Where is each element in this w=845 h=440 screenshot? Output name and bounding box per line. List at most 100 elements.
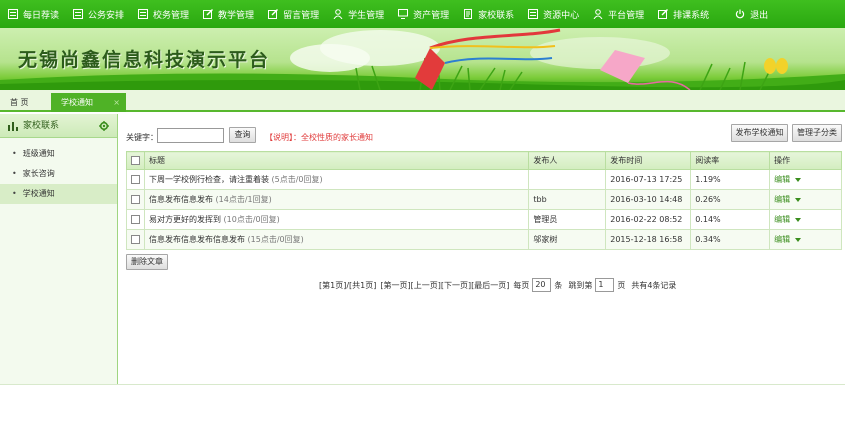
title-cell: 信息发布信息发布 (14点击/1回复) [143,189,530,210]
nav-item-label: 平台管理 [608,10,645,21]
jump-page-input[interactable]: 1 [595,278,615,292]
row-checkbox[interactable] [131,215,140,224]
table-row: 易对方更好的发挥到 (10点击/0回复) 管理员 2016-02-22 08:52 0… [126,209,842,230]
nav-item-label: 教学管理 [218,10,255,21]
nav-item[interactable]: 家校联系 [455,0,514,28]
operation-cell: 编辑 [769,189,842,210]
user-icon [333,9,343,19]
table-row: 信息发布信息发布 (14点击/1回复) tbb 2016-03-10 14:48 0.… [126,189,842,210]
sidebar: 家校联系 班级通知 家长咨询 学校通知 [0,114,118,384]
grid-icon [138,9,149,19]
delete-article-button[interactable]: 删除文章 [126,254,168,270]
select-cell [126,229,145,250]
column-header: 标题 [143,151,530,170]
caret-down-icon [795,177,802,182]
sidebar-item-school-notice[interactable]: 学校通知 [0,184,117,204]
caret-down-icon [795,237,802,242]
select-all-cell [126,151,145,170]
sidebar-item-parent-consult[interactable]: 家长咨询 [0,164,117,184]
nav-item-label: 家校联系 [478,10,515,21]
select-all-checkbox[interactable] [131,156,140,165]
notice-title-link[interactable]: 易对方更好的发挥到 [149,215,221,224]
nav-item[interactable]: 教学管理 [195,0,254,28]
pager-links[interactable]: [第一页][上一页][下一页][最后一页] [380,280,509,291]
nav-item[interactable]: 公务安排 [65,0,124,28]
nav-item-label: 学生管理 [348,10,385,21]
notice-title-link[interactable]: 下周一学校例行检查，请注重着装 [149,175,269,184]
nav-item-label: 资产管理 [413,10,450,21]
bar-chart-icon [8,121,18,131]
note-text: 【说明】：全校性质的家长通知 [265,133,373,142]
tab-school-notice[interactable]: 学校通知 × [51,93,126,112]
read-rate-cell: 0.34% [690,229,771,250]
manage-category-button[interactable]: 管理子分类 [792,124,842,142]
operation-cell: 编辑 [769,209,842,230]
nav-item-label: 每日荐读 [23,10,60,21]
nav-item[interactable]: 每日荐读 [0,0,59,28]
nav-item[interactable]: 资产管理 [390,0,449,28]
nav-item[interactable]: 平台管理 [585,0,644,28]
top-nav: 每日荐读 公务安排 校务管理 教学管理 留言管理 学生管理 资产管理 家校联系 资源中心 平台管理… [0,0,845,28]
table-row: 下周一学校例行检查，请注重着装 (5点击/0回复) 2016-07-13 17:2… [126,169,842,190]
nav-item-label: 资源中心 [543,10,580,21]
notice-meta: (5点击/0回复) [271,175,323,184]
per-page-unit: 条 [554,280,563,290]
power-icon [735,9,745,19]
time-cell: 2016-02-22 08:52 [605,209,692,230]
edit-dropdown[interactable]: 编辑 [774,195,802,204]
tab-close-icon[interactable]: × [113,93,120,112]
nav-item-label: 退出 [750,10,769,21]
publish-notice-button[interactable]: 发布学校通知 [731,124,788,142]
column-header: 发布人 [528,151,607,170]
row-checkbox[interactable] [131,175,140,184]
read-rate-cell: 0.26% [690,189,771,210]
pager: [第1页]/[共1页] [第一页][上一页][下一页][最后一页] 每页 20 … [319,277,676,293]
notice-meta: (14点击/1回复) [215,195,272,204]
column-header: 阅读率 [690,151,771,170]
read-rate-cell: 0.14% [690,209,771,230]
row-checkbox[interactable] [131,235,140,244]
banner-title: 无锡尚鑫信息科技演示平台 [18,49,271,71]
query-button[interactable]: 查询 [229,127,256,143]
select-cell [126,209,145,230]
nav-item[interactable]: 校务管理 [130,0,189,28]
title-cell: 信息发布信息发布信息发布 (15点击/0回复) [143,229,530,250]
author-cell: tbb [528,189,607,210]
grid-icon [73,9,84,19]
tab-home[interactable]: 首 页 [0,93,50,112]
caret-down-icon [795,217,802,222]
title-cell: 易对方更好的发挥到 (10点击/0回复) [143,209,530,230]
edit-label: 编辑 [774,235,791,244]
edit-dropdown[interactable]: 编辑 [774,235,802,244]
pager-summary: [第1页]/[共1页] [319,280,377,290]
read-rate-cell: 1.19% [690,169,771,190]
table-header-row: 标题 发布人 发布时间 阅读率 操作 [126,151,842,170]
pager-total: 共有4条记录 [631,280,677,290]
per-page-label: 每页 [513,280,530,290]
per-page-input[interactable]: 20 [532,278,552,292]
nav-item[interactable]: 资源中心 [520,0,579,28]
keyword-input[interactable] [157,128,224,143]
nav-item[interactable]: 学生管理 [325,0,384,28]
notice-title-link[interactable]: 信息发布信息发布 [149,195,213,204]
edit-dropdown[interactable]: 编辑 [774,175,802,184]
select-cell [126,169,145,190]
author-cell: 邬家树 [528,229,607,250]
nav-item[interactable]: 留言管理 [260,0,319,28]
edit-icon [203,9,214,19]
nav-item[interactable]: 退出 [727,0,768,28]
row-checkbox[interactable] [131,195,140,204]
sidebar-item-class-notice[interactable]: 班级通知 [0,144,117,164]
nav-item-label: 留言管理 [283,10,320,21]
edit-icon [268,9,279,19]
sidebar-title: 家校联系 [23,120,60,131]
notice-table: 标题 发布人 发布时间 阅读率 操作 下周一学校例行检查，请注重着装 (5点击/… [126,151,842,250]
operation-cell: 编辑 [769,229,842,250]
edit-label: 编辑 [774,175,791,184]
notice-title-link[interactable]: 信息发布信息发布信息发布 [149,235,245,244]
tab-bar: 首 页 学校通知 × [0,90,845,112]
edit-dropdown[interactable]: 编辑 [774,215,802,224]
nav-item-label: 排课系统 [673,10,710,21]
nav-item[interactable]: 排课系统 [650,0,709,28]
gear-icon[interactable] [99,120,109,131]
